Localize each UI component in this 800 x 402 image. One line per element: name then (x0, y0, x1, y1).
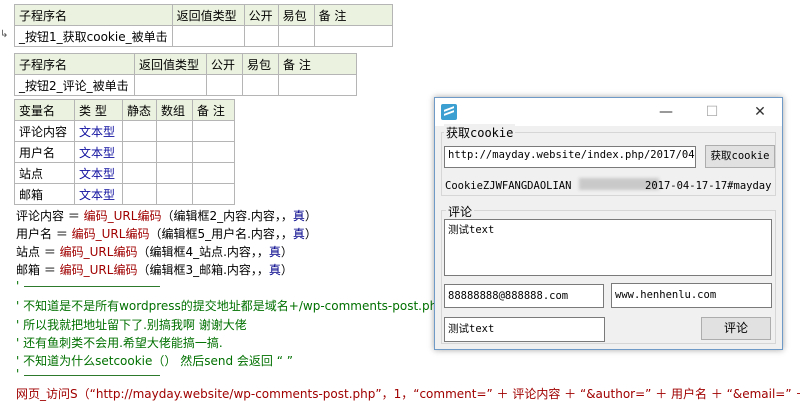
code-line-email[interactable]: 邮箱 ＝ 编码_URL编码（编辑框3_邮箱.内容，，真） (16, 261, 293, 278)
get-cookie-group-title: 获取cookie (444, 124, 516, 141)
var-type-cell[interactable]: 文本型 (74, 162, 123, 184)
table-row: 站点 文本型 (14, 162, 235, 184)
header-remark: 备 注 (192, 99, 235, 121)
header-remark: 备 注 (278, 53, 357, 75)
easy-package-cell[interactable] (242, 74, 279, 96)
code-line-site[interactable]: 站点 ＝ 编码_URL编码（编辑框4_站点.内容，，真） (16, 243, 293, 260)
remark-cell[interactable] (278, 74, 357, 96)
header-easy-package: 易包 (242, 53, 279, 75)
cookie-dialog-window: — ☐ ✕ 获取cookie http://mayday.website/ind… (434, 97, 783, 350)
comment-apostrophe: ' (16, 279, 20, 293)
subroutine-table-1: 子程序名 返回值类型 公开 易包 备 注 _按钮1_获取cookie_被单击 (14, 4, 393, 47)
close-button[interactable]: ✕ (737, 98, 783, 126)
header-remark: 备 注 (313, 4, 393, 26)
var-type-cell[interactable]: 文本型 (74, 141, 123, 163)
code-line-username[interactable]: 用户名 ＝ 编码_URL编码（编辑框5_用户名.内容，，真） (16, 225, 317, 242)
header-subroutine-name: 子程序名 (14, 53, 135, 75)
email-input[interactable]: 88888888@888888.com (444, 284, 604, 308)
return-type-cell[interactable] (171, 25, 245, 47)
subroutine-name-cell[interactable]: _按钮2_评论_被单击 (14, 74, 135, 96)
code-line-request[interactable]: 网页_访问S（“http://mayday.website/wp-comment… (16, 385, 800, 402)
table-row: 用户名 文本型 (14, 141, 235, 163)
url-input[interactable]: http://mayday.website/index.php/2017/04/… (444, 146, 696, 168)
comment-apostrophe: ' (16, 367, 20, 381)
margin-marker: ↳ (0, 29, 9, 40)
var-name-cell[interactable]: 用户名 (14, 141, 75, 163)
header-subroutine-name: 子程序名 (14, 4, 173, 26)
var-name-cell[interactable]: 评论内容 (14, 120, 75, 142)
header-return-type: 返回值类型 (134, 53, 207, 75)
header-array: 数组 (156, 99, 193, 121)
var-name-cell[interactable]: 站点 (14, 162, 75, 184)
comment-line[interactable]: ' 所以我就把地址留下了.别搞我啊 谢谢大佬 (16, 316, 247, 333)
header-var-name: 变量名 (14, 99, 75, 121)
comment-group-title: 评论 (446, 203, 475, 220)
header-static: 静态 (122, 99, 157, 121)
var-type-cell[interactable]: 文本型 (74, 183, 123, 205)
code-line-comment-content[interactable]: 评论内容 ＝ 编码_URL编码（编辑框2_内容.内容，，真） (16, 207, 317, 224)
title-bar[interactable]: — ☐ ✕ (435, 98, 782, 126)
comment-line[interactable]: ' 还有鱼刺类不会用.希望大佬能搞一搞. (16, 334, 223, 351)
header-easy-package: 易包 (277, 4, 315, 26)
table-row: 邮箱 文本型 (14, 183, 235, 205)
username-input[interactable]: 测试text (444, 317, 605, 342)
subroutine-name-cell[interactable]: _按钮1_获取cookie_被单击 (14, 25, 173, 47)
website-input[interactable]: www.henhenlu.com (611, 283, 772, 308)
var-type-cell[interactable]: 文本型 (74, 120, 123, 142)
app-icon (441, 104, 457, 120)
cookie-output-suffix: 2017-04-17-17#mayday (645, 180, 772, 192)
header-public: 公开 (243, 4, 279, 26)
cookie-output-text: CookieZJWFANGDAOLIAN (445, 180, 572, 192)
remark-cell[interactable] (313, 25, 393, 47)
header-public: 公开 (206, 53, 243, 75)
comment-content-textarea[interactable]: 测试text (444, 219, 772, 276)
header-var-type: 类 型 (74, 99, 123, 121)
comment-separator (24, 286, 160, 287)
variable-table: 变量名 类 型 静态 数组 备 注 评论内容 文本型 用户名 文本型 站点 文本… (14, 99, 235, 205)
comment-separator (24, 375, 160, 376)
get-cookie-button[interactable]: 获取cookie (705, 145, 775, 168)
easy-package-cell[interactable] (277, 25, 315, 47)
public-cell[interactable] (206, 74, 243, 96)
minimize-button[interactable]: — (643, 98, 689, 126)
header-return-type: 返回值类型 (171, 4, 245, 26)
table-row: 评论内容 文本型 (14, 120, 235, 142)
subroutine-table-2: 子程序名 返回值类型 公开 易包 备 注 _按钮2_评论_被单击 (14, 53, 357, 96)
return-type-cell[interactable] (134, 74, 207, 96)
var-name-cell[interactable]: 邮箱 (14, 183, 75, 205)
public-cell[interactable] (243, 25, 279, 47)
maximize-button[interactable]: ☐ (689, 98, 735, 126)
comment-submit-button[interactable]: 评论 (701, 317, 771, 340)
comment-line[interactable]: ' 不知道是不是所有wordpress的提交地址都是域名+/wp-comment… (16, 297, 449, 314)
comment-line[interactable]: ' 不知道为什么setcookie（） 然后send 会返回 “ ” (16, 352, 293, 369)
